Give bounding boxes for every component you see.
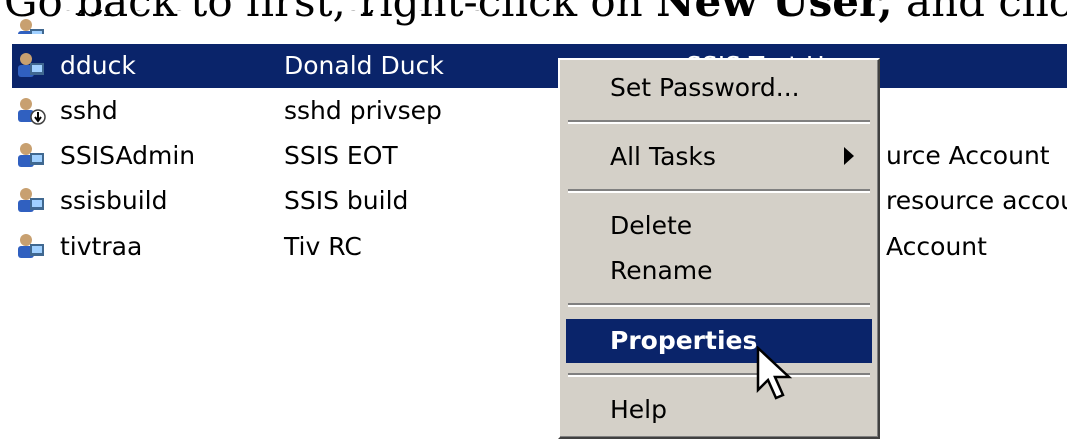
- user-icon: [14, 186, 46, 216]
- user-icon: [14, 51, 46, 81]
- user-description: urce Account: [886, 141, 1050, 170]
- list-row[interactable]: tivtraa Tiv RC Account: [12, 225, 1067, 269]
- menu-item-all-tasks[interactable]: All Tasks: [566, 135, 872, 179]
- context-menu: Set Password... All Tasks Delete Rename …: [558, 58, 880, 439]
- menu-item-set-password[interactable]: Set Password...: [566, 66, 872, 110]
- user-full-name: SSIS EOT: [284, 141, 398, 170]
- user-name: cyg_server: [60, 10, 196, 24]
- list-row[interactable]: cyg_server Privileged server: [12, 10, 1067, 34]
- menu-item-label: Rename: [610, 256, 713, 285]
- list-row[interactable]: SSISAdmin SSIS EOT urce Account: [12, 134, 1067, 178]
- mouse-pointer-icon: [756, 345, 796, 404]
- users-list: cyg_server Privileged server dduck Donal…: [0, 0, 1067, 440]
- user-full-name: sshd privsep: [284, 96, 442, 125]
- menu-item-label: Delete: [610, 211, 693, 240]
- list-row[interactable]: ssisbuild SSIS build resource accou: [12, 179, 1067, 223]
- menu-item-delete[interactable]: Delete: [566, 204, 872, 248]
- list-row[interactable]: sshd sshd privsep: [12, 89, 1067, 133]
- menu-item-label: Help: [610, 395, 667, 424]
- menu-item-label: Properties: [610, 326, 758, 355]
- user-name: tivtraa: [60, 232, 143, 261]
- submenu-arrow-icon: [844, 147, 854, 165]
- menu-item-properties[interactable]: Properties: [566, 319, 872, 363]
- user-name: sshd: [60, 96, 118, 125]
- user-description: Account: [886, 232, 987, 261]
- menu-separator: [568, 189, 870, 193]
- menu-item-rename[interactable]: Rename: [566, 249, 872, 293]
- user-name: ssisbuild: [60, 186, 168, 215]
- menu-separator: [568, 120, 870, 124]
- menu-item-label: Set Password...: [610, 73, 800, 102]
- menu-separator: [568, 303, 870, 307]
- user-icon: [14, 141, 46, 171]
- user-full-name: Tiv RC: [284, 232, 362, 261]
- menu-separator: [568, 373, 870, 377]
- user-description: resource accou: [886, 186, 1067, 215]
- menu-item-label: All Tasks: [610, 142, 716, 171]
- user-disabled-icon: [14, 96, 46, 126]
- user-icon: [14, 17, 46, 34]
- menu-item-help[interactable]: Help: [566, 388, 872, 432]
- user-name: SSISAdmin: [60, 141, 196, 170]
- user-name: dduck: [60, 51, 136, 80]
- user-full-name: Donald Duck: [284, 51, 444, 80]
- user-full-name: SSIS build: [284, 186, 409, 215]
- user-full-name: Privileged server: [284, 10, 494, 24]
- list-row-selected[interactable]: dduck Donald Duck SSIS Test User: [12, 44, 1067, 88]
- user-icon: [14, 232, 46, 262]
